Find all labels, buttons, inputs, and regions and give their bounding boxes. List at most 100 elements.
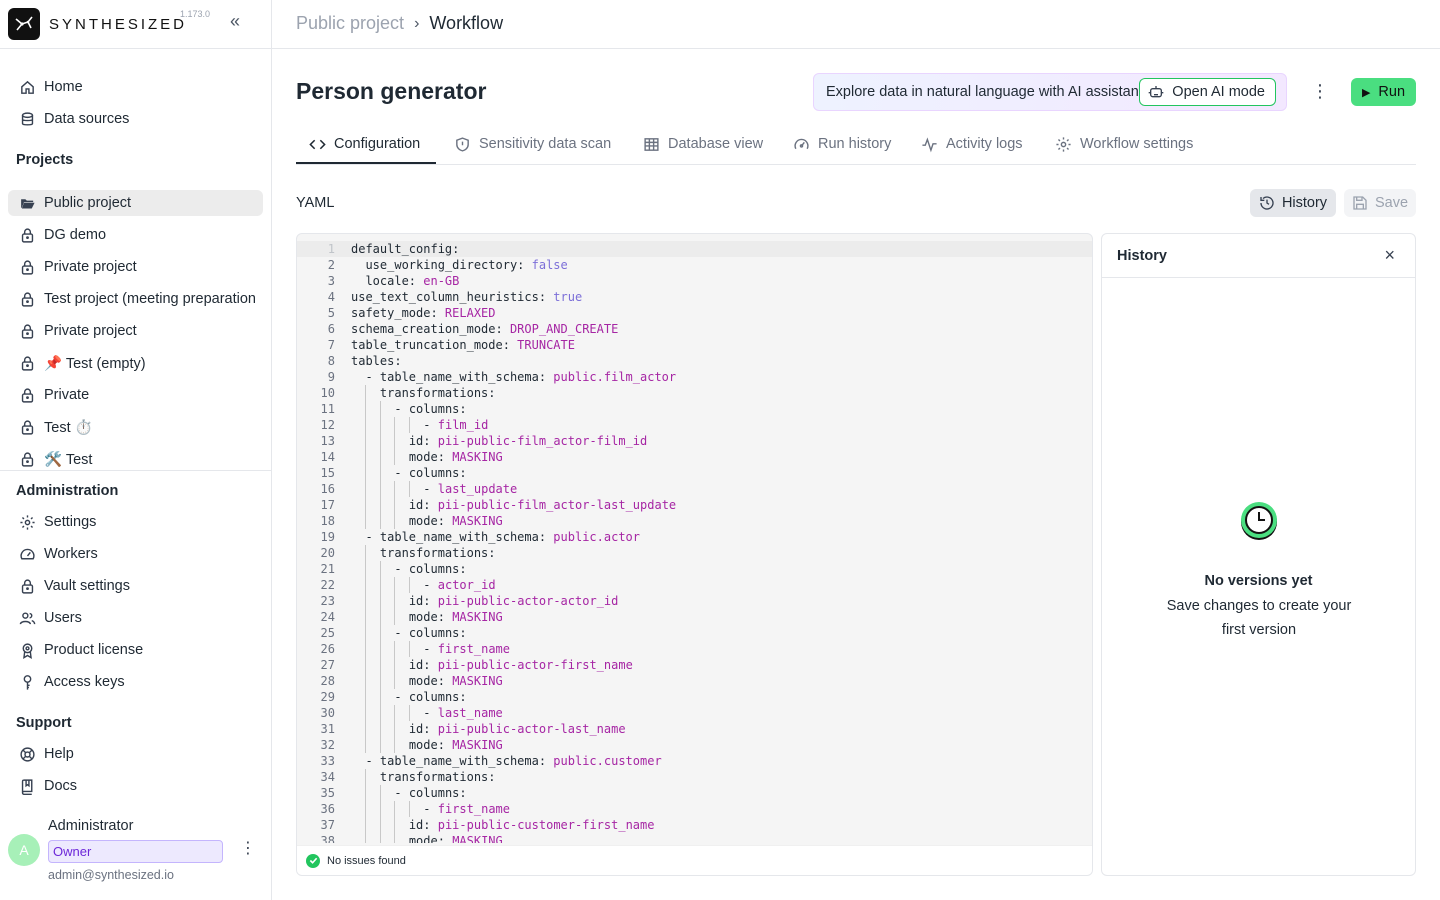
sidebar-item-dg-demo[interactable]: DG demo (8, 222, 263, 248)
sidebar-item-label: Vault settings (44, 578, 130, 594)
sidebar-item-users[interactable]: Users (8, 605, 263, 631)
code-line[interactable]: 6 schema_creation_mode: DROP_AND_CREATE (297, 321, 1092, 337)
code-line[interactable]: 35 - columns: (297, 785, 1092, 801)
sidebar-item-help[interactable]: Help (8, 741, 263, 767)
tab-configuration[interactable]: Configuration (308, 124, 420, 164)
code-line[interactable]: 15 - columns: (297, 465, 1092, 481)
code-text: mode: MASKING (409, 609, 503, 625)
code-line[interactable]: 7 table_truncation_mode: TRUNCATE (297, 337, 1092, 353)
sidebar-item-test-tools[interactable]: 🛠️ Test (8, 446, 263, 472)
sidebar-item-public-project[interactable]: Public project (8, 190, 263, 216)
line-number: 17 (320, 498, 335, 512)
code-line[interactable]: 30 - last_name (297, 705, 1092, 721)
code-line[interactable]: 14 mode: MASKING (297, 449, 1092, 465)
line-number: 12 (320, 418, 335, 432)
breadcrumb-parent-link[interactable]: Public project (296, 13, 404, 34)
sidebar-item-settings[interactable]: Settings (8, 509, 263, 535)
code-line[interactable]: 16 - last_update (297, 481, 1092, 497)
code-line[interactable]: 13 id: pii-public-film_actor-film_id (297, 433, 1092, 449)
sidebar-item-access-keys[interactable]: Access keys (8, 669, 263, 695)
code-line[interactable]: 25 - columns: (297, 625, 1092, 641)
sidebar-item-data-sources[interactable]: Data sources (8, 106, 263, 132)
code-text: - columns: (394, 785, 466, 801)
code-line[interactable]: 9 - table_name_with_schema: public.film_a… (297, 369, 1092, 385)
more-options-icon[interactable]: ⋮ (1311, 82, 1329, 102)
code-line[interactable]: 36 - first_name (297, 801, 1092, 817)
code-line[interactable]: 31 id: pii-public-actor-last_name (297, 721, 1092, 737)
sidebar-item-label: Data sources (44, 111, 130, 127)
history-button-label: History (1281, 195, 1328, 211)
save-button[interactable]: Save (1344, 189, 1416, 217)
code-line[interactable]: 2 use_working_directory: false (297, 257, 1092, 273)
code-line[interactable]: 4 use_text_column_heuristics: true (297, 289, 1092, 305)
code-line[interactable]: 23 id: pii-public-actor-actor_id (297, 593, 1092, 609)
tab-workflow-settings[interactable]: Workflow settings (1054, 124, 1193, 164)
code-line[interactable]: 33 - table_name_with_schema: public.custo… (297, 753, 1092, 769)
code-line[interactable]: 21 - columns: (297, 561, 1092, 577)
tab-database-view[interactable]: Database view (642, 124, 763, 164)
line-number: 14 (320, 450, 335, 464)
code-line[interactable]: 38 mode: MASKING (297, 833, 1092, 843)
code-line[interactable]: 24 mode: MASKING (297, 609, 1092, 625)
indent-guide (394, 801, 396, 817)
code-line[interactable]: 19 - table_name_with_schema: public.actor (297, 529, 1092, 545)
indent-guide (365, 561, 367, 577)
sidebar-item-private[interactable]: Private (8, 382, 263, 408)
code-text: mode: MASKING (409, 673, 503, 689)
sidebar-item-product-license[interactable]: Product license (8, 637, 263, 663)
yaml-editor[interactable]: 1 default_config: 2 use_working_directory: … (296, 233, 1093, 876)
run-button[interactable]: ▶ Run (1351, 78, 1416, 106)
code-line[interactable]: 27 id: pii-public-actor-first_name (297, 657, 1092, 673)
yaml-value: pii-public-actor-first_name (437, 658, 633, 672)
double-chevron-left-icon[interactable]: « (226, 12, 244, 32)
sidebar-item-workers[interactable]: Workers (8, 541, 263, 567)
code-line[interactable]: 28 mode: MASKING (297, 673, 1092, 689)
close-icon[interactable]: × (1384, 246, 1395, 264)
tab-activity-logs[interactable]: Activity logs (920, 124, 1023, 164)
brand[interactable]: SYNTHESIZED (8, 8, 187, 40)
code-text: mode: MASKING (409, 833, 503, 843)
code-line[interactable]: 18 mode: MASKING (297, 513, 1092, 529)
code-text: - columns: (394, 401, 466, 417)
sidebar-item-label: Private project (44, 323, 137, 339)
sidebar-item-test-timer[interactable]: Test ⏱️ (8, 414, 263, 440)
sidebar-item-docs[interactable]: Docs (8, 773, 263, 799)
tab-sensitivity-data-scan[interactable]: Sensitivity data scan (453, 124, 611, 164)
open-ai-mode-button[interactable]: Open AI mode (1139, 78, 1276, 106)
code-line[interactable]: 8 tables: (297, 353, 1092, 369)
code-line[interactable]: 3 locale: en-GB (297, 273, 1092, 289)
code-text: - actor_id (423, 577, 495, 593)
tab-label: Configuration (334, 136, 421, 152)
sidebar-item-label: Test ⏱️ (44, 419, 93, 436)
code-line[interactable]: 17 id: pii-public-film_actor-last_update (297, 497, 1092, 513)
code-line[interactable]: 12 - film_id (297, 417, 1092, 433)
tab-run-history[interactable]: Run history (792, 124, 891, 164)
code-line[interactable]: 20 transformations: (297, 545, 1092, 561)
code-line[interactable]: 26 - first_name (297, 641, 1092, 657)
avatar[interactable]: A (8, 834, 40, 866)
code-line[interactable]: 1 default_config: (297, 241, 1092, 257)
yaml-value: false (531, 258, 568, 272)
code-line[interactable]: 32 mode: MASKING (297, 737, 1092, 753)
sidebar-item-test-empty[interactable]: 📌 Test (empty) (8, 350, 263, 376)
code-area[interactable]: 1 default_config: 2 use_working_directory: … (297, 241, 1092, 843)
sidebar-item-home[interactable]: Home (8, 74, 263, 100)
code-line[interactable]: 11 - columns: (297, 401, 1092, 417)
yaml-value: pii-public-actor-actor_id (437, 594, 619, 608)
sidebar-item-vault-settings[interactable]: Vault settings (8, 573, 263, 599)
code-line[interactable]: 29 - columns: (297, 689, 1092, 705)
divider (272, 48, 1440, 49)
code-line[interactable]: 5 safety_mode: RELAXED (297, 305, 1092, 321)
sidebar-item-private-project[interactable]: Private project (8, 254, 263, 280)
code-line[interactable]: 10 transformations: (297, 385, 1092, 401)
code-line[interactable]: 37 id: pii-public-customer-first_name (297, 817, 1092, 833)
code-line[interactable]: 34 transformations: (297, 769, 1092, 785)
history-button[interactable]: History (1250, 189, 1336, 217)
user-menu-icon[interactable]: ⋮ (240, 840, 256, 860)
yaml-key: - table_name_with_schema: (365, 530, 554, 544)
yaml-value: first_name (437, 642, 510, 656)
sidebar-item-private-project-2[interactable]: Private project (8, 318, 263, 344)
indent-guide (394, 593, 396, 609)
code-line[interactable]: 22 - actor_id (297, 577, 1092, 593)
sidebar-item-test-project[interactable]: Test project (meeting preparation (8, 286, 263, 312)
